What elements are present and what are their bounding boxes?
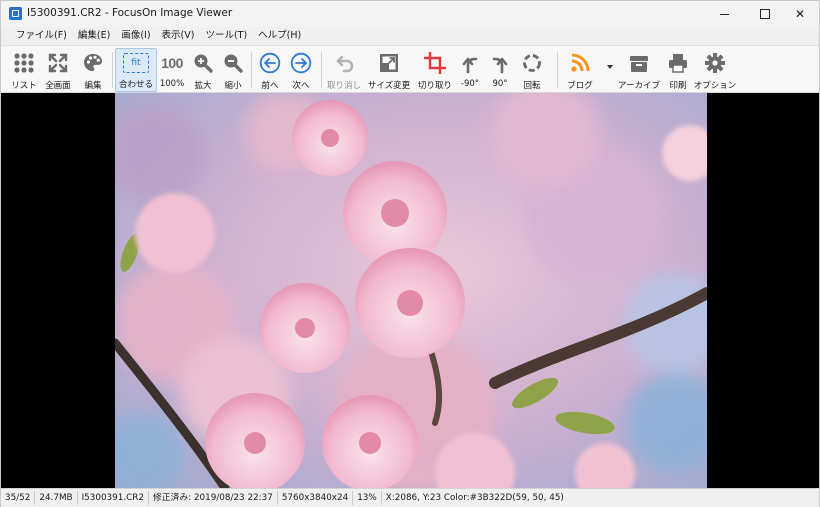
minimize-button[interactable] <box>705 1 743 27</box>
fit-button[interactable]: fit 合わせる <box>115 48 157 92</box>
zoom-in-button[interactable]: 拡大 <box>190 48 216 92</box>
resize-icon <box>377 51 401 75</box>
arrow-right-circle-icon <box>289 51 313 75</box>
fullscreen-label: 全画面 <box>45 81 71 91</box>
zoom-100-icon-text: 100 <box>161 55 183 71</box>
zoom-in-icon <box>191 51 215 75</box>
palette-icon <box>81 51 105 75</box>
close-button[interactable]: ✕ <box>781 1 819 27</box>
fullscreen-icon <box>46 51 70 75</box>
printer-icon <box>666 51 690 75</box>
list-button[interactable]: リスト <box>7 48 41 92</box>
edit-button[interactable]: 編集 <box>77 48 109 92</box>
undo-label: 取り消し <box>326 81 361 91</box>
next-label: 次へ <box>292 81 310 91</box>
fit-label: 合わせる <box>118 80 153 90</box>
next-button[interactable]: 次へ <box>287 48 315 92</box>
prev-button[interactable]: 前へ <box>256 48 284 92</box>
menu-edit[interactable]: 編集(E) <box>73 27 116 45</box>
status-bar: 35/52 24.7MB I5300391.CR2 修正済み: 2019/08/… <box>1 488 819 507</box>
print-button[interactable]: 印刷 <box>663 48 693 92</box>
displayed-photo <box>115 93 707 488</box>
zoom-in-label: 拡大 <box>194 81 212 91</box>
crop-button[interactable]: 切り取り <box>415 48 455 92</box>
toolbar-divider <box>557 52 558 88</box>
zoom-out-icon <box>221 51 245 75</box>
rotate-label: 回転 <box>523 81 541 91</box>
cherry-blossom-image <box>115 93 707 488</box>
list-label: リスト <box>11 81 37 91</box>
menu-tools[interactable]: ツール(T) <box>200 27 253 45</box>
resize-label: サイズ変更 <box>367 81 411 91</box>
zoom-out-label: 縮小 <box>224 81 242 91</box>
blog-dropdown-arrow-icon[interactable] <box>607 65 613 69</box>
blog-label: ブログ <box>567 81 593 91</box>
options-label: オプション <box>693 81 737 91</box>
rotate-right-icon <box>488 51 512 75</box>
status-pixel-info: X:2086, Y:23 Color:#3B322D(59, 50, 45) <box>385 493 564 503</box>
menu-file[interactable]: ファイル(F) <box>11 27 73 45</box>
rotate-icon <box>520 51 544 75</box>
status-modified: 修正済み: 2019/08/23 22:37 <box>149 491 278 505</box>
zoom-out-button[interactable]: 縮小 <box>220 48 246 92</box>
crop-label: 切り取り <box>417 81 452 91</box>
rotate-left-label: -90° <box>460 79 480 89</box>
status-filename: I5300391.CR2 <box>78 491 149 505</box>
menu-image[interactable]: 画像(I) <box>116 27 156 45</box>
options-button[interactable]: オプション <box>693 48 737 92</box>
rotate-right-button[interactable]: 90° <box>487 48 513 92</box>
window-title: I5300391.CR2 - FocusOn Image Viewer <box>27 7 233 19</box>
title-bar: I5300391.CR2 - FocusOn Image Viewer ✕ <box>1 1 819 27</box>
rss-icon <box>568 51 592 75</box>
status-position: 35/52 <box>1 491 36 505</box>
rotate-right-label: 90° <box>492 79 508 89</box>
print-label: 印刷 <box>669 81 687 91</box>
toolbar: リスト 全画面 編集 fit 合わせる 100 100% 拡大 縮小 前へ 次へ… <box>1 45 819 93</box>
menu-view[interactable]: 表示(V) <box>157 27 201 45</box>
menu-bar: ファイル(F) 編集(E) 画像(I) 表示(V) ツール(T) ヘルプ(H) <box>1 27 819 45</box>
status-filesize: 24.7MB <box>35 491 78 505</box>
fullscreen-button[interactable]: 全画面 <box>41 48 75 92</box>
status-dimensions: 5760x3840x24 <box>278 491 354 505</box>
toolbar-divider <box>112 52 113 88</box>
archive-label: アーカイブ <box>618 81 660 91</box>
toolbar-divider <box>321 52 322 88</box>
crop-icon <box>423 51 447 75</box>
resize-button[interactable]: サイズ変更 <box>366 48 412 92</box>
actual-size-icon: 100 <box>158 51 186 75</box>
zoom-100-button[interactable]: 100 100% <box>157 48 187 92</box>
undo-icon <box>332 51 356 75</box>
rotate-left-icon <box>458 51 482 75</box>
status-zoom: 13% <box>353 491 382 505</box>
maximize-button[interactable] <box>746 1 784 27</box>
archive-button[interactable]: アーカイブ <box>618 48 660 92</box>
prev-label: 前へ <box>261 81 279 91</box>
grid-icon <box>12 51 36 75</box>
fit-icon-text: fit <box>131 58 141 68</box>
edit-label: 編集 <box>84 81 102 91</box>
rotate-button[interactable]: 回転 <box>517 48 547 92</box>
gear-icon <box>703 51 727 75</box>
toolbar-divider <box>251 52 252 88</box>
app-window: I5300391.CR2 - FocusOn Image Viewer ✕ ファ… <box>0 0 820 507</box>
menu-help[interactable]: ヘルプ(H) <box>253 27 307 45</box>
zoom-100-label: 100% <box>159 79 185 89</box>
fit-icon: fit <box>123 53 149 73</box>
undo-button[interactable]: 取り消し <box>326 48 362 92</box>
blog-button[interactable]: ブログ <box>563 48 597 92</box>
archive-icon <box>627 51 651 75</box>
rotate-left-button[interactable]: -90° <box>457 48 483 92</box>
image-viewport[interactable] <box>1 93 819 488</box>
arrow-left-circle-icon <box>258 51 282 75</box>
app-logo-icon <box>9 7 22 20</box>
